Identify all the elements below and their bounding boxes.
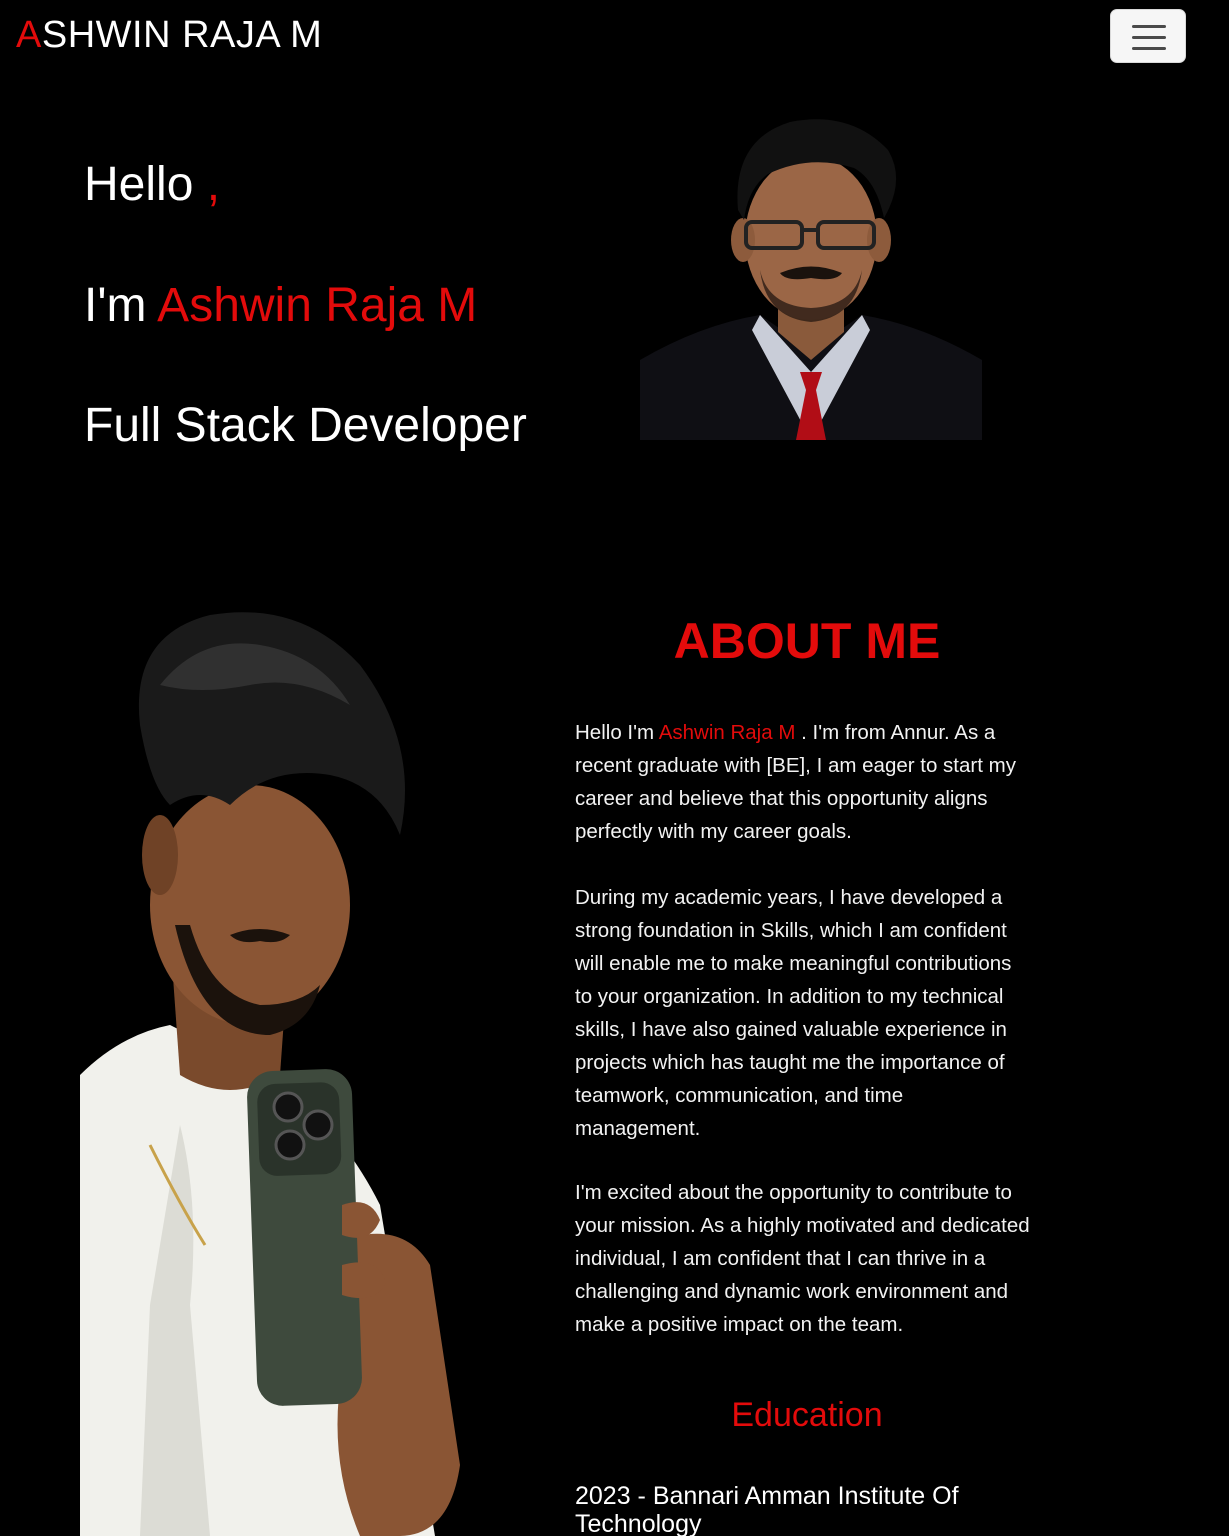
hero-role: Full Stack Developer [84, 399, 527, 452]
brand-logo[interactable]: ASHWIN RAJA M [16, 14, 322, 57]
selfie-photo-image [80, 605, 480, 1536]
hero-greeting: Hello , [84, 157, 220, 212]
brand-name: SHWIN RAJA M [41, 14, 323, 56]
profile-portrait-image [640, 110, 982, 440]
about-paragraph-3: I'm excited about the opportunity to con… [575, 1181, 1030, 1336]
education-item: 2023 - Bannari Amman Institute Of Techno… [575, 1482, 959, 1536]
about-paragraph-2: During my academic years, I have develop… [575, 886, 1012, 1140]
hero-im-text: I'm [84, 279, 147, 332]
brand-initial: A [16, 14, 42, 56]
hero-name: Ashwin Raja M [157, 279, 478, 332]
about-p1-prefix: Hello I'm [575, 721, 655, 744]
portfolio-page: ASHWIN RAJA M Hello , I'm Ashwin Raja M … [0, 0, 1229, 1536]
hero-hello-text: Hello [84, 158, 194, 211]
about-title: ABOUT ME [673, 613, 941, 669]
menu-toggle-button[interactable] [1110, 9, 1186, 63]
hero-intro: I'm Ashwin Raja M [84, 278, 477, 333]
about-paragraph-1: Hello I'm Ashwin Raja M . I'm from Annur… [575, 716, 1031, 848]
education-title: Education [731, 1396, 883, 1434]
about-p1-name: Ashwin Raja M [658, 721, 796, 744]
hero-comma: , [206, 158, 221, 211]
